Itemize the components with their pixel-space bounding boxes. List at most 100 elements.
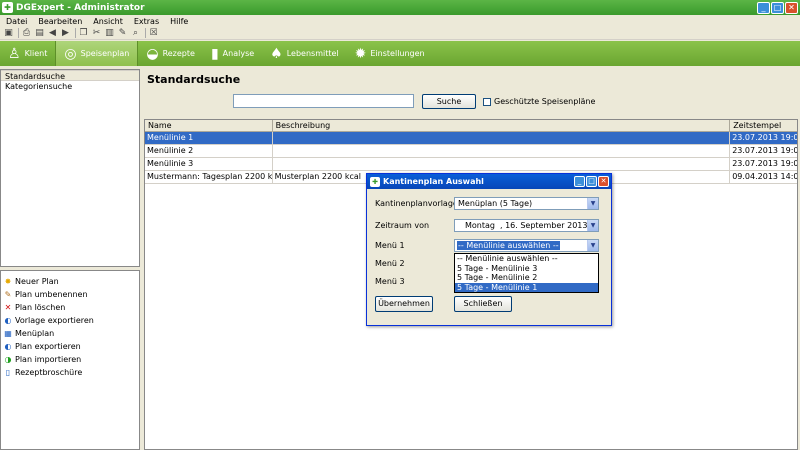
period-date-picker[interactable]: Montag , 16. September 2013 ▼ (454, 219, 599, 232)
table-row[interactable]: Menülinie 2 23.07.2013 19:03 (145, 145, 797, 158)
dropdown-option[interactable]: 5 Tage - Menülinie 1 (455, 282, 598, 292)
nav-analyse[interactable]: ▮ Analyse (203, 41, 262, 66)
menu1-label: Menü 1 (375, 241, 405, 250)
menu-hilfe[interactable]: Hilfe (170, 17, 188, 26)
table-row[interactable]: Menülinie 3 23.07.2013 19:02 (145, 158, 797, 171)
dialog-close-action-button[interactable]: Schließen (454, 296, 512, 312)
header-name[interactable]: Name (145, 120, 273, 131)
template-select[interactable]: Menüplan (5 Tage) ▼ (454, 197, 599, 210)
disk-icon[interactable]: ▤ (34, 28, 45, 39)
menu-bearbeiten[interactable]: Bearbeiten (38, 17, 82, 26)
checkbox-label: Geschützte Speisenpläne (494, 97, 596, 106)
action-label: Plan exportieren (15, 342, 81, 351)
table-icon: ▦ (4, 329, 12, 338)
copy-icon[interactable]: ❐ (78, 28, 89, 39)
minimize-button[interactable]: _ (757, 1, 770, 14)
dialog-maximize-button[interactable]: □ (586, 176, 597, 187)
dialog-close-button[interactable]: ✕ (598, 176, 609, 187)
nav-klient[interactable]: ♙ Klient (0, 41, 55, 66)
menu-datei[interactable]: Datei (6, 17, 27, 26)
date-value: , 16. September 2013 (499, 221, 588, 230)
template-value: Menüplan (5 Tage) (458, 199, 533, 208)
search-input[interactable] (233, 94, 414, 108)
cell-name: Menülinie 1 (145, 132, 273, 144)
close-icon[interactable]: ☒ (148, 28, 159, 39)
cut-icon[interactable]: ✂ (91, 28, 102, 39)
chevron-down-icon[interactable]: ▼ (587, 240, 598, 251)
action-label: Plan umbenennen (15, 290, 88, 299)
window-title: DGExpert - Administrator (16, 2, 145, 13)
action-recipe-brochure[interactable]: ▯ Rezeptbroschüre (1, 366, 139, 379)
module-nav: ♙ Klient ◎ Speisenplan ◒ Rezepte ▮ Analy… (0, 41, 800, 66)
menu3-label: Menü 3 (375, 277, 405, 286)
dropdown-option[interactable]: -- Menülinie auswählen -- (455, 254, 598, 264)
action-label: Plan importieren (15, 355, 82, 364)
search-type-standard[interactable]: Standardsuche (1, 70, 139, 81)
cell-timestamp: 23.07.2013 19:03 (732, 146, 797, 155)
action-export-plan[interactable]: ◐ Plan exportieren (1, 340, 139, 353)
dialog-minimize-button[interactable]: _ (574, 176, 585, 187)
menu1-value: -- Menülinie auswählen -- (457, 241, 560, 250)
cell-name: Menülinie 2 (145, 145, 273, 157)
export-icon: ◐ (4, 342, 12, 351)
save-icon[interactable]: ▣ (3, 28, 14, 39)
nav-label: Klient (24, 49, 48, 58)
header-description[interactable]: Beschreibung (273, 120, 731, 131)
action-label: Neuer Plan (15, 277, 59, 286)
book-icon: ▯ (5, 368, 11, 377)
paste-icon[interactable]: ▥ (104, 28, 115, 39)
action-rename-plan[interactable]: ✎ Plan umbenennen (1, 288, 139, 301)
protected-plans-checkbox[interactable]: Geschützte Speisenpläne (483, 97, 595, 106)
nav-label: Einstellungen (370, 49, 425, 58)
date-day: Montag (465, 221, 495, 230)
toolbar-separator (145, 28, 146, 38)
checkbox-box[interactable] (483, 97, 491, 106)
forward-icon[interactable]: ▶ (60, 28, 71, 39)
cell-description (273, 158, 731, 170)
chevron-down-icon[interactable]: ▼ (587, 220, 598, 231)
maximize-button[interactable]: □ (771, 1, 784, 14)
plate-icon: ◎ (64, 45, 77, 62)
print-icon[interactable]: ⎙ (21, 28, 32, 39)
pin-icon[interactable]: ✎ (117, 28, 128, 39)
dropdown-option[interactable]: 5 Tage - Menülinie 2 (455, 273, 598, 283)
close-button[interactable]: ✕ (785, 1, 798, 14)
back-icon[interactable]: ◀ (47, 28, 58, 39)
menu1-dropdown-list: -- Menülinie auswählen -- 5 Tage - Menül… (454, 253, 599, 293)
action-delete-plan[interactable]: ✕ Plan löschen (1, 301, 139, 314)
search-icon[interactable]: ⌕ (130, 28, 141, 39)
nav-speisenplan[interactable]: ◎ Speisenplan (55, 41, 139, 66)
action-menu-plan[interactable]: ▦ Menüplan (1, 327, 139, 340)
dialog-title: Kantinenplan Auswahl (383, 177, 484, 186)
menu-ansicht[interactable]: Ansicht (93, 17, 123, 26)
nav-einstellungen[interactable]: ✹ Einstellungen (347, 41, 433, 66)
dialog-app-icon: ✚ (370, 176, 380, 187)
action-import-plan[interactable]: ◑ Plan importieren (1, 353, 139, 366)
search-type-category[interactable]: Kategoriensuche (1, 81, 139, 92)
menu-bar: Datei Bearbeiten Ansicht Extras Hilfe (0, 15, 800, 27)
cell-description (273, 132, 731, 144)
action-new-plan[interactable]: ✸ Neuer Plan (1, 275, 139, 288)
search-button[interactable]: Suche (422, 94, 476, 109)
canteen-plan-dialog: ✚ Kantinenplan Auswahl _ □ ✕ Kantinenpla… (366, 173, 612, 326)
nav-label: Analyse (222, 49, 255, 58)
nav-label: Speisenplan (80, 49, 130, 58)
nav-lebensmittel[interactable]: ♠ Lebensmittel (262, 41, 346, 66)
menu2-label: Menü 2 (375, 259, 405, 268)
cell-timestamp: 23.07.2013 19:05 (732, 133, 797, 142)
person-icon: ♙ (8, 45, 21, 62)
nav-rezepte[interactable]: ◒ Rezepte (138, 41, 203, 66)
menu1-select[interactable]: -- Menülinie auswählen -- ▼ (454, 239, 599, 252)
action-label: Rezeptbroschüre (15, 368, 83, 377)
menu-extras[interactable]: Extras (134, 17, 159, 26)
search-type-list: Standardsuche Kategoriensuche (0, 69, 140, 267)
food-icon: ♠ (270, 45, 283, 62)
action-export-template[interactable]: ◐ Vorlage exportieren (1, 314, 139, 327)
nav-label: Rezepte (162, 49, 195, 58)
header-timestamp[interactable]: Zeitstempel (730, 120, 797, 131)
dropdown-option[interactable]: 5 Tage - Menülinie 3 (455, 264, 598, 274)
table-row[interactable]: Menülinie 1 23.07.2013 19:05 (145, 132, 797, 145)
apply-button[interactable]: Übernehmen (375, 296, 433, 312)
period-label: Zeitraum von (375, 221, 430, 230)
chevron-down-icon[interactable]: ▼ (587, 198, 598, 209)
